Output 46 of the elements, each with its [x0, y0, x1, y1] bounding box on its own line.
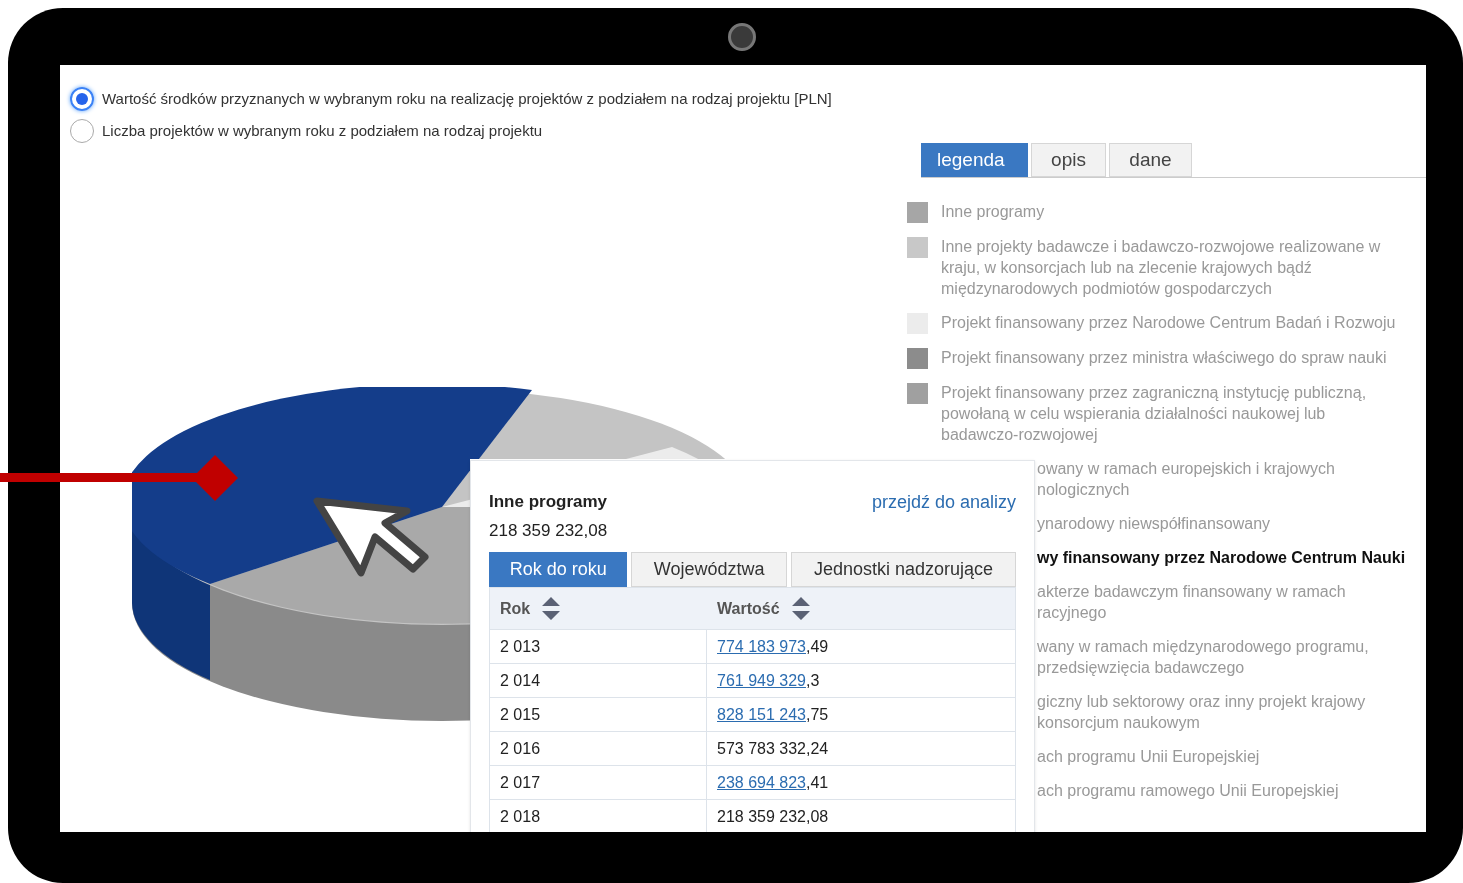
column-header[interactable]: Wartość [717, 596, 780, 621]
legend-label[interactable]: wany w ramach międzynarodowego programu, przedsięwzięcia badawczego [1037, 636, 1369, 678]
table-cell-text: 573 783 332,24 [716, 738, 830, 759]
radio-label: Wartość środków przyznanych w wybranym roku na realizację projektów z podziałem na rodzaj projektu [PLN] [102, 88, 832, 109]
table-cell: 2 014 [490, 664, 707, 697]
legend-label[interactable]: giczny lub sektorowy oraz inny projekt krajowy konsorcjum naukowym [1037, 691, 1366, 733]
radio-label: Liczba projektów w wybranym roku z podziałem na rodzaj projektu [102, 120, 543, 141]
legend-label[interactable]: ach programu Unii Europejskiej [1037, 746, 1260, 767]
table-cell: 2 017 [490, 766, 707, 799]
analysis-link[interactable]: przejdź do analizy [871, 489, 1016, 516]
legend-label[interactable]: owany w ramach europejskich i krajowych nologicznych [1037, 458, 1335, 500]
value-link[interactable]: 828 151 243 [717, 702, 806, 727]
tooltip-value: 218 359 232,08 [489, 519, 608, 542]
tab[interactable]: Jednostki nadzorujące [790, 552, 1016, 587]
camera-icon [728, 23, 756, 51]
table-cell: 2 016 [490, 732, 707, 765]
table-cell: 2 015 [490, 698, 707, 731]
legend-label[interactable]: Inne projekty badawcze i badawczo-rozwojowe realizowane w kraju, w konsorcjach lub na zlecenie krajowych bądź międzynarodowych podmiotów gospodarczych [941, 236, 1396, 299]
sort-icon[interactable] [542, 596, 561, 621]
tab[interactable]: Województwa [631, 552, 787, 587]
sort-icon[interactable] [791, 596, 810, 621]
value-link[interactable]: 761 949 329 [717, 668, 806, 693]
tooltip-title: Inne programy [489, 491, 608, 513]
tab[interactable]: Rok do roku [489, 552, 628, 587]
legend-label[interactable]: akterze badawczym finansowany w ramach racyjnego [1037, 581, 1346, 623]
legend-label[interactable]: Projekt finansowany przez Narodowe Centrum Badań i Rozwoju [941, 312, 1396, 333]
legend-label[interactable]: wy finansowany przez Narodowe Centrum Nauki [1037, 547, 1406, 568]
legend-label[interactable]: ach programu ramowego Unii Europejskiej [1037, 780, 1339, 801]
tab[interactable]: legenda [921, 143, 1028, 177]
value-decimals: ,41 [806, 772, 829, 793]
column-header[interactable]: Rok [500, 596, 531, 621]
table-cell-text: 218 359 232,08 [716, 806, 830, 827]
value-decimals: ,3 [806, 670, 820, 691]
table-cell: 2 018 [490, 800, 707, 832]
value-link[interactable]: 238 694 823 [717, 770, 806, 795]
value-link[interactable]: 774 183 973 [717, 634, 806, 659]
radio-button[interactable] [70, 87, 94, 111]
tab[interactable]: opis [1031, 143, 1106, 177]
tab[interactable]: dane [1109, 143, 1192, 177]
legend-label[interactable]: Projekt finansowany przez ministra właściwego do spraw nauki [941, 347, 1396, 368]
value-decimals: ,49 [806, 636, 829, 657]
legend-label[interactable]: ynarodowy niewspółfinansowany [1037, 513, 1271, 534]
legend-label[interactable]: Inne programy [941, 201, 1396, 222]
value-decimals: ,75 [806, 704, 829, 725]
table-cell: 2 013 [490, 630, 707, 663]
legend-label[interactable]: Projekt finansowany przez zagraniczną instytucję publiczną, powołaną w celu wspierania działalności naukowej lub badawczo-rozwojowej [941, 382, 1396, 445]
